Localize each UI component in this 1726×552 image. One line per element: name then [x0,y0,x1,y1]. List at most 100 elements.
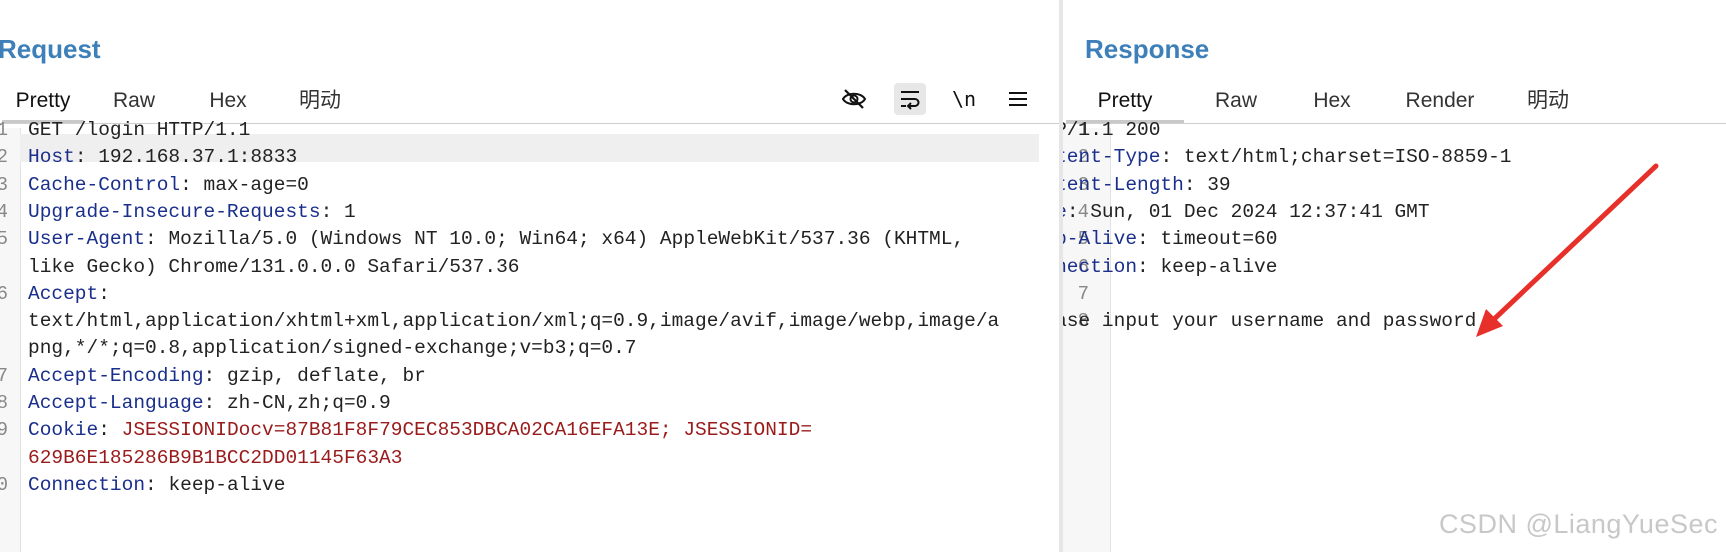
show-newlines-button[interactable]: \n [948,83,980,115]
line-content: GET /login HTTP/1.1 [28,115,250,145]
text-wrap-icon [901,91,920,110]
line-content: Connection: keep-alive [28,470,285,500]
header-name: Accept-Language [28,392,204,414]
header-separator: : [320,200,344,223]
line-content: User-Agent: Mozilla/5.0 (Windows NT 10.0… [28,224,964,254]
watermark: CSDN @LiangYueSec [1438,509,1718,539]
code-line: text/html,application/xhtml+xml,applicat… [0,306,1059,336]
header-name: Host [28,146,75,169]
code-line: 2Content-Type: text/html;charset=ISO-885… [1063,142,1726,172]
response-editor[interactable]: 1HTTP/1.1 2002Content-Type: text/html;ch… [1063,119,1726,552]
menu-button[interactable] [1002,83,1034,115]
header-separator: : [145,473,169,496]
header-value: Sun, 01 Dec 2024 12:37:41 GMT [1090,200,1430,223]
header-name: Connection [1063,255,1138,278]
line-content: Content-Type: text/html;charset=ISO-8859… [1063,142,1512,172]
line-content: Accept-Encoding: gzip, deflate, br [28,361,426,391]
line-content: Date: Sun, 01 Dec 2024 12:37:41 GMT [1063,197,1430,227]
header-separator: : [203,392,227,414]
request-editor[interactable]: 1 GET /login HTTP/1.1 2 Host: 192.168.37.1:… [0,119,1059,552]
line-content: Host: 192.168.37.1:8833 [28,142,297,172]
line-content: Please input your username and password [1063,306,1476,336]
header-separator: : [1137,255,1161,278]
eye-slash-icon [841,89,867,109]
header-separator: : [1066,200,1091,223]
code-line: 5Keep-Alive: timeout=60 [1063,224,1726,254]
code-line: 6 Accept: [0,279,1059,309]
line-content: Keep-Alive: timeout=60 [1063,224,1277,254]
header-name: Content-Type [1063,146,1161,169]
header-value: GET /login HTTP/1.1 [28,119,251,141]
header-value: zh-CN,zh;q=0.9 [226,392,391,414]
header-name: Accept-Encoding [28,364,204,387]
line-number: 8 [0,392,8,414]
line-number: 3 [0,173,8,196]
line-content: Accept: [28,279,110,309]
newline-label: \n [951,87,977,111]
header-separator: : [145,228,169,251]
header-name: Accept [28,282,99,305]
header-separator: : [1160,146,1184,169]
code-line: 3 Cache-Control: max-age=0 [0,170,1059,200]
header-name: Content-Length [1063,173,1184,196]
code-line: 8 Please input your username and password [1063,306,1726,336]
header-value: 1 [343,200,356,223]
header-separator: : [98,419,122,442]
header-separator: : [1137,228,1161,251]
code-line: 3Content-Length: 39 [1063,170,1726,200]
line-content: Cache-Control: max-age=0 [28,170,309,200]
line-content: HTTP/1.1 200 [1063,115,1160,145]
line-content: Connection: keep-alive [1063,252,1277,282]
line-content: Accept-Language: zh-CN,zh;q=0.9 [28,388,391,418]
code-line: 4Date: Sun, 01 Dec 2024 12:37:41 GMT [1063,197,1726,227]
header-value: max-age=0 [203,173,309,196]
header-value: 192.168.37.1:8833 [98,146,298,169]
wrap-lines-button[interactable] [894,83,926,115]
header-value: keep-alive [168,473,286,496]
line-content: Upgrade-Insecure-Requests: 1 [28,197,356,227]
header-separator: : [203,364,227,387]
header-separator: : [74,146,99,169]
response-panel: Response Pretty Raw Hex Render 明动 1HTTP/… [1063,0,1726,552]
code-line: like Gecko) Chrome/131.0.0.0 Safari/537.… [0,252,1059,282]
header-separator: : [98,282,110,305]
cookie-value: JSESSIONIDocv=87B81F8F79CEC853DBCA02CA16… [121,419,813,442]
line-content: Cookie: JSESSIONIDocv=87B81F8F79CEC853DB… [28,415,812,445]
code-line: 7 Accept-Encoding: gzip, deflate, br [0,361,1059,391]
line-number: 10 [0,473,8,496]
header-value: keep-alive [1160,255,1278,278]
code-line: 10 Connection: keep-alive [0,470,1059,500]
header-name: Keep-Alive [1063,228,1138,251]
line-content: text/html,application/xhtml+xml,applicat… [28,306,999,336]
code-line: 6Connection: keep-alive [1063,252,1726,282]
header-value: text/html;charset=ISO-8859-1 [1183,146,1512,169]
code-line: png,*/*;q=0.8,application/signed-exchang… [0,333,1059,363]
header-value: Please input your username and password [1063,310,1477,333]
code-line: 9 Cookie: JSESSIONIDocv=87B81F8F79CEC853D… [0,415,1059,445]
header-value: Mozilla/5.0 (Windows NT 10.0; Win64; x64… [168,228,965,251]
line-content: like Gecko) Chrome/131.0.0.0 Safari/537.… [28,252,519,282]
header-name: Upgrade-Insecure-Requests [28,200,321,223]
code-line: 1 GET /login HTTP/1.1 [0,115,1059,145]
line-number: 5 [0,228,8,251]
code-line: 8 Accept-Language: zh-CN,zh;q=0.9 [0,388,1059,418]
code-line: 7 [1063,279,1726,309]
line-number: 7 [0,364,8,387]
response-title: Response [1085,34,1210,64]
line-content: Content-Length: 39 [1063,170,1231,200]
header-value: HTTP/1.1 200 [1063,119,1161,141]
code-line: 2 Host: 192.168.37.1:8833 [0,142,1059,172]
code-line: 5 User-Agent: Mozilla/5.0 (Windows NT 10.… [0,224,1059,254]
line-number: 9 [0,419,8,442]
hamburger-menu-icon [1009,92,1027,106]
line-content: png,*/*;q=0.8,application/signed-exchang… [28,333,637,363]
header-name: User-Agent [28,228,146,251]
request-panel: Request Pretty Raw Hex 明动 \n 1 GET /logi… [0,0,1059,552]
code-line: 629B6E185286B9B1BCC2DD01145F63A3 [0,443,1059,473]
line-number: 2 [0,146,8,169]
header-value: png,*/*;q=0.8,application/signed-exchang… [28,337,637,360]
line-number: 1 [0,119,8,141]
hide-nonprintable-button[interactable] [838,83,870,115]
header-value: gzip, deflate, br [226,364,426,387]
line-number: 4 [0,200,8,223]
